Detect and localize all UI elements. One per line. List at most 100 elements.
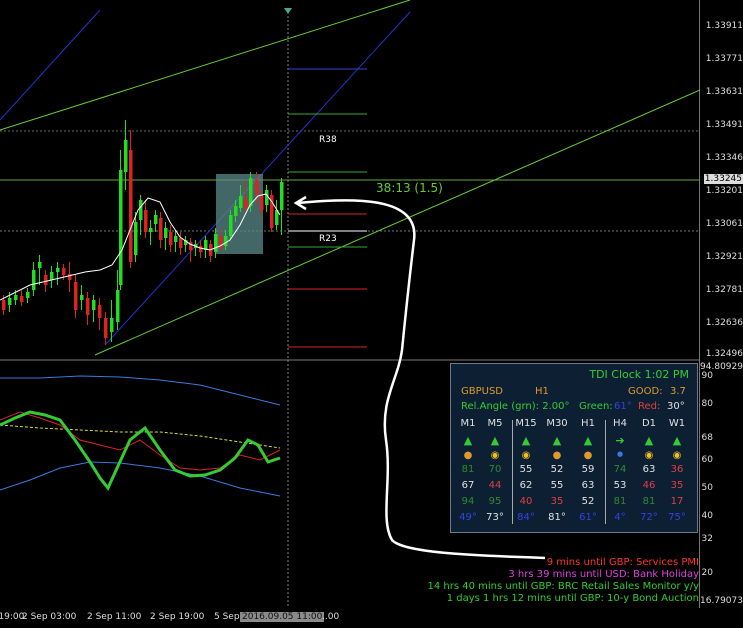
channel-lower-line[interactable] <box>94 89 700 356</box>
indicator-tick: 80 <box>701 399 713 409</box>
tdi-value: 44 <box>488 480 502 491</box>
indicator-tick: 68 <box>701 433 713 443</box>
news-item: 1 days 1 hrs 12 mins until GBP: 10-y Bon… <box>446 593 699 604</box>
price-tick: 1.33201 <box>705 186 743 196</box>
timeframe-header: H1 <box>581 418 595 429</box>
candle-timer-label: 38:13 (1.5) <box>376 181 443 195</box>
candle-body <box>92 300 96 310</box>
price-tick: 1.33631 <box>705 87 743 97</box>
candle-body <box>110 318 114 332</box>
price-tick: 1.33346 <box>705 153 743 163</box>
tdi-angle: 4° <box>614 512 626 523</box>
time-cursor-marker[interactable] <box>284 8 292 14</box>
status-dot-icon: ● <box>463 450 473 461</box>
candle-body <box>74 282 78 310</box>
tdi-angle: 81° <box>548 512 566 523</box>
grid-divider <box>605 420 606 524</box>
arrow-up-icon: ▲ <box>463 434 473 447</box>
indicator-tick: 32 <box>701 534 713 544</box>
volatility-band-lower <box>0 461 281 497</box>
candle-body <box>164 228 168 238</box>
tdi-angle: 84° <box>517 512 535 523</box>
status-dot-icon: ◉ <box>644 450 654 461</box>
green-value: 61° <box>614 401 632 412</box>
tdi-value: 67 <box>461 480 475 491</box>
candle-body <box>214 234 218 252</box>
status-dot-icon: ◉ <box>521 450 531 461</box>
price-tick: 1.33491 <box>705 120 743 130</box>
candle-body <box>38 262 42 268</box>
symbol-label: GBPUSD <box>461 386 504 397</box>
timeframe-header: M30 <box>546 418 568 429</box>
arrow-up-icon: ▲ <box>644 434 654 447</box>
candle-body <box>159 218 163 240</box>
candle-body <box>98 305 102 318</box>
candle-body <box>139 200 143 220</box>
arrow-up-icon: ▲ <box>583 434 593 447</box>
candle-body <box>62 268 66 275</box>
price-tick: 1.33771 <box>705 54 743 64</box>
candle-body <box>124 140 128 172</box>
tdi-value: 63 <box>581 480 595 491</box>
channel-upper-line[interactable] <box>0 0 411 131</box>
rsi-price-line <box>0 410 281 491</box>
volatility-band-upper <box>0 375 281 406</box>
candle-body <box>244 198 248 208</box>
arrow-right-icon: ➔ <box>615 434 625 447</box>
candle-body <box>14 295 18 300</box>
status-dot-icon: ◉ <box>672 450 682 461</box>
tdi-value: 81 <box>642 496 656 507</box>
time-tick: 2 Sep 03:00 <box>22 612 77 622</box>
market-baseline <box>0 424 281 449</box>
news-item: 9 mins until GBP: Services PMI <box>546 557 699 568</box>
tdi-value: 46 <box>642 480 656 491</box>
indicator-tick: 40 <box>701 511 713 521</box>
good-label: GOOD: <box>628 386 663 397</box>
r38-label: R38 <box>319 135 337 145</box>
candle-body <box>116 290 120 322</box>
time-tick: 1 Sep 19:00 <box>0 612 25 622</box>
tdi-value: 59 <box>581 464 595 475</box>
panel-title: TDI Clock 1:02 PM <box>589 368 689 381</box>
tdi-value: 52 <box>550 464 564 475</box>
candle-body <box>26 292 30 298</box>
tdi-value: 52 <box>581 496 595 507</box>
price-tick: 1.32781 <box>705 285 743 295</box>
tdi-value: 70 <box>488 464 502 475</box>
candle-body <box>265 190 269 205</box>
tdi-value: 35 <box>670 480 684 491</box>
price-tick: 1.33911 <box>705 21 743 31</box>
red-label: Red: <box>638 401 661 412</box>
tdi-clock-panel[interactable]: TDI Clock 1:02 PM GBPUSD H1 GOOD: 3.7 Re… <box>450 363 698 533</box>
time-tick: 2 Sep 19:00 <box>150 612 205 622</box>
tdi-value: 63 <box>642 464 656 475</box>
indicator-tick: 60 <box>701 455 713 465</box>
tdi-value: 81 <box>461 464 475 475</box>
candle-body <box>32 270 36 290</box>
arrow-up-icon: ▲ <box>521 434 531 447</box>
timeframe-header: M1 <box>460 418 476 429</box>
good-value: 3.7 <box>670 386 686 397</box>
rel-angle-label: Rel.Angle (grn): 2.00° <box>461 401 570 412</box>
candle-body <box>234 206 238 216</box>
time-cursor-label: 2016.09.05 11:00 <box>240 612 325 622</box>
candle-body <box>129 150 133 262</box>
news-item: 3 hrs 39 mins until USD: Bank Holiday <box>508 569 699 580</box>
tdi-value: 81 <box>613 496 627 507</box>
tdi-value: 17 <box>670 496 684 507</box>
candle-body <box>255 180 259 195</box>
tdi-indicator <box>0 375 281 497</box>
arrow-up-icon: ▲ <box>490 434 500 447</box>
current-price-badge: 1.33245 <box>703 174 743 184</box>
candle-body <box>20 296 24 302</box>
timeframe-header: H4 <box>613 418 627 429</box>
indicator-tick: 20 <box>701 568 713 578</box>
candle-body <box>80 295 84 300</box>
timeframe-header: M5 <box>487 418 503 429</box>
time-tick: ..00 <box>322 612 340 622</box>
candle-body <box>134 222 138 255</box>
candle-body <box>2 300 6 310</box>
time-axis: 1 Sep 19:00 2 Sep 03:00 2 Sep 11:00 2 Se… <box>0 608 700 628</box>
candle-body <box>169 232 173 245</box>
tdi-value: 53 <box>613 480 627 491</box>
